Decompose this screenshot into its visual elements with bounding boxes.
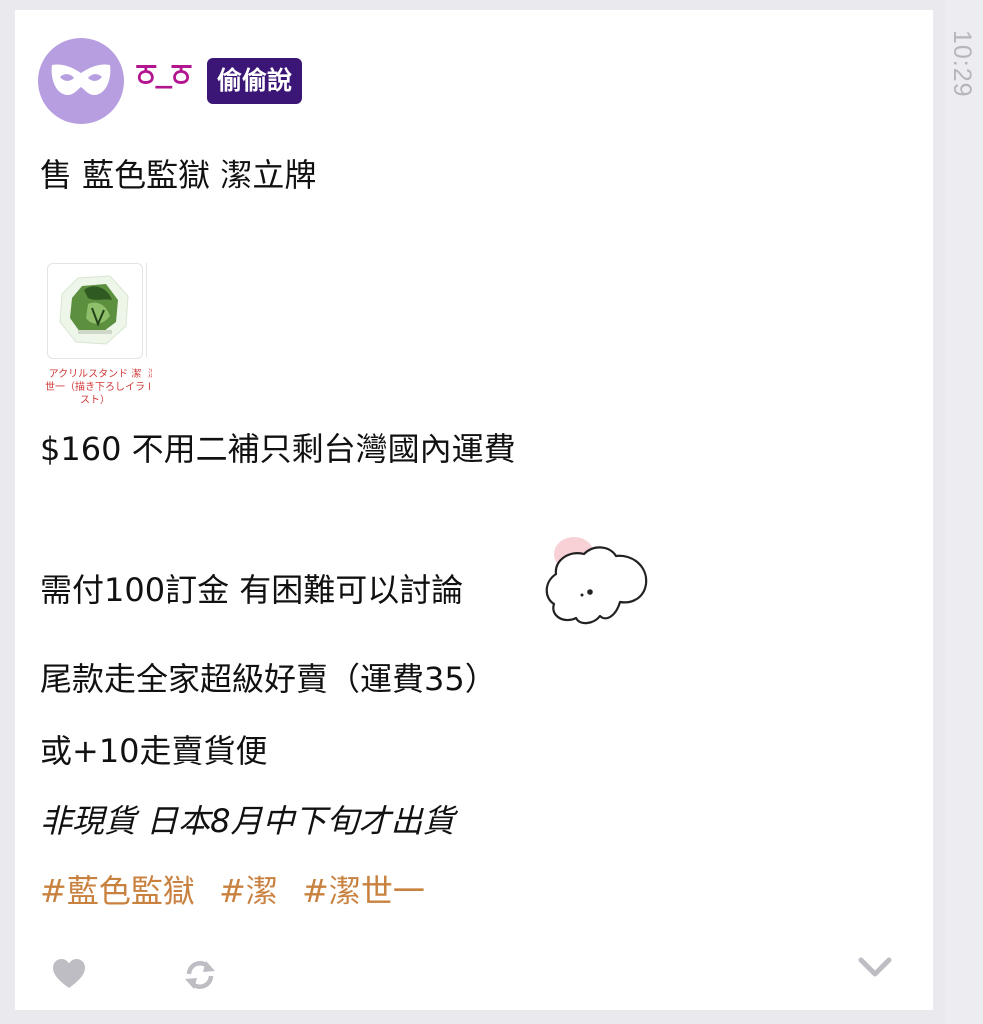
post-timestamp: 10:29 [948, 30, 976, 98]
post-deposit-line: 需付100訂金 有困難可以討論 [40, 571, 464, 609]
timestamp-sidebar [945, 0, 983, 1024]
link-preview-thumbnail[interactable] [47, 263, 143, 359]
heart-icon [53, 959, 85, 988]
post-price-line: $160 不用二補只剩台灣國內運費 [40, 430, 516, 468]
anonymous-badge: 偷偷說 [207, 58, 303, 104]
post-title: 售 藍色監獄 潔立牌 [40, 156, 317, 194]
hashtag-list: #藍色監獄 #潔 #潔世一 [40, 866, 439, 912]
post-shipping-option: 或+10走賣貨便 [40, 732, 268, 770]
link-preview-next-edge [146, 263, 152, 357]
like-button[interactable] [52, 958, 86, 990]
post-shipping-date: 非現貨 日本8月中下旬才出貨 [40, 802, 455, 840]
repost-button[interactable] [183, 958, 217, 992]
hashtag-isagi[interactable]: #潔 [219, 872, 278, 910]
hashtag-isagi-yoichi[interactable]: #潔世一 [302, 872, 425, 910]
link-preview-caption-cut: 潔 l [148, 369, 152, 393]
chevron-down-icon [858, 957, 892, 977]
mask-icon [51, 64, 111, 95]
bunny-sticker-image [545, 537, 648, 625]
hashtag-blue-lock[interactable]: #藍色監獄 [40, 872, 195, 910]
acrylic-stand-image [59, 275, 129, 345]
repost-icon [185, 961, 215, 989]
avatar[interactable] [38, 38, 124, 124]
post-payment-line: 尾款走全家超級好賣（運費35） [40, 660, 497, 698]
expand-button[interactable] [858, 955, 892, 979]
link-preview-caption[interactable]: アクリルスタンド 潔世一（描き下ろしイラスト） [45, 368, 145, 407]
author-name[interactable]: ਠ_ਠ [137, 56, 191, 90]
